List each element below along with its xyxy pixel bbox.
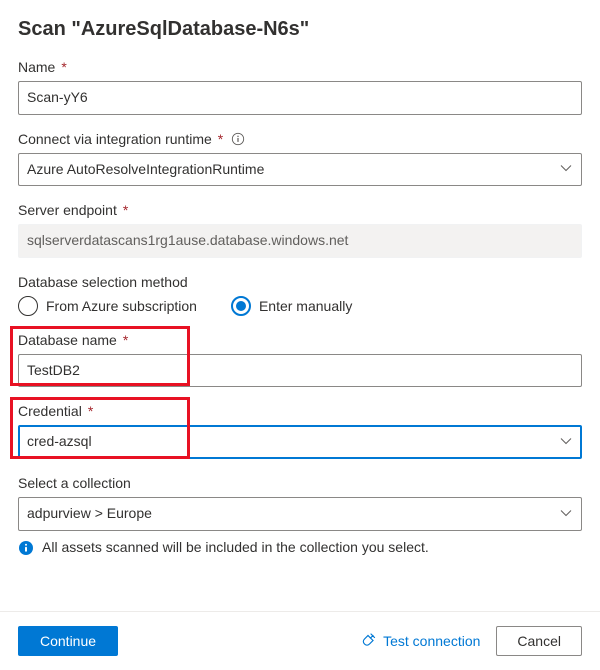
cancel-button[interactable]: Cancel [496, 626, 582, 656]
db-name-label: Database name* [18, 332, 582, 348]
db-select-label: Database selection method [18, 274, 582, 290]
radio-enter-manually[interactable]: Enter manually [231, 296, 352, 316]
footer-bar: Continue Test connection Cancel [0, 611, 600, 670]
required-star: * [218, 131, 223, 147]
collection-select[interactable]: adpurview > Europe [18, 497, 582, 531]
radio-label: From Azure subscription [46, 298, 197, 314]
endpoint-input [18, 224, 582, 258]
test-connection-link[interactable]: Test connection [361, 632, 480, 651]
field-collection: Select a collection adpurview > Europe A… [18, 475, 582, 559]
db-name-input[interactable] [18, 354, 582, 388]
required-star: * [88, 403, 93, 419]
field-credential: Credential* cred-azsql [18, 403, 582, 459]
credential-label: Credential* [18, 403, 582, 419]
collection-label: Select a collection [18, 475, 582, 491]
page-title: Scan "AzureSqlDatabase-N6s" [18, 18, 582, 41]
endpoint-label: Server endpoint* [18, 202, 582, 218]
field-integration-runtime: Connect via integration runtime* Azure A… [18, 131, 582, 187]
required-star: * [123, 202, 128, 218]
info-icon[interactable] [231, 132, 245, 146]
runtime-select[interactable]: Azure AutoResolveIntegrationRuntime [18, 153, 582, 187]
plug-icon [361, 632, 377, 651]
radio-label: Enter manually [259, 298, 352, 314]
name-input[interactable] [18, 81, 582, 115]
name-label: Name* [18, 59, 582, 75]
field-db-selection-method: Database selection method From Azure sub… [18, 274, 582, 316]
info-solid-icon [18, 540, 34, 559]
field-database-name: Database name* [18, 332, 582, 388]
collection-hint: All assets scanned will be included in t… [18, 539, 582, 559]
field-name: Name* [18, 59, 582, 115]
required-star: * [61, 59, 66, 75]
required-star: * [123, 332, 128, 348]
continue-button[interactable]: Continue [18, 626, 118, 656]
runtime-label: Connect via integration runtime* [18, 131, 582, 147]
credential-select[interactable]: cred-azsql [18, 425, 582, 459]
radio-from-subscription[interactable]: From Azure subscription [18, 296, 197, 316]
field-server-endpoint: Server endpoint* [18, 202, 582, 258]
